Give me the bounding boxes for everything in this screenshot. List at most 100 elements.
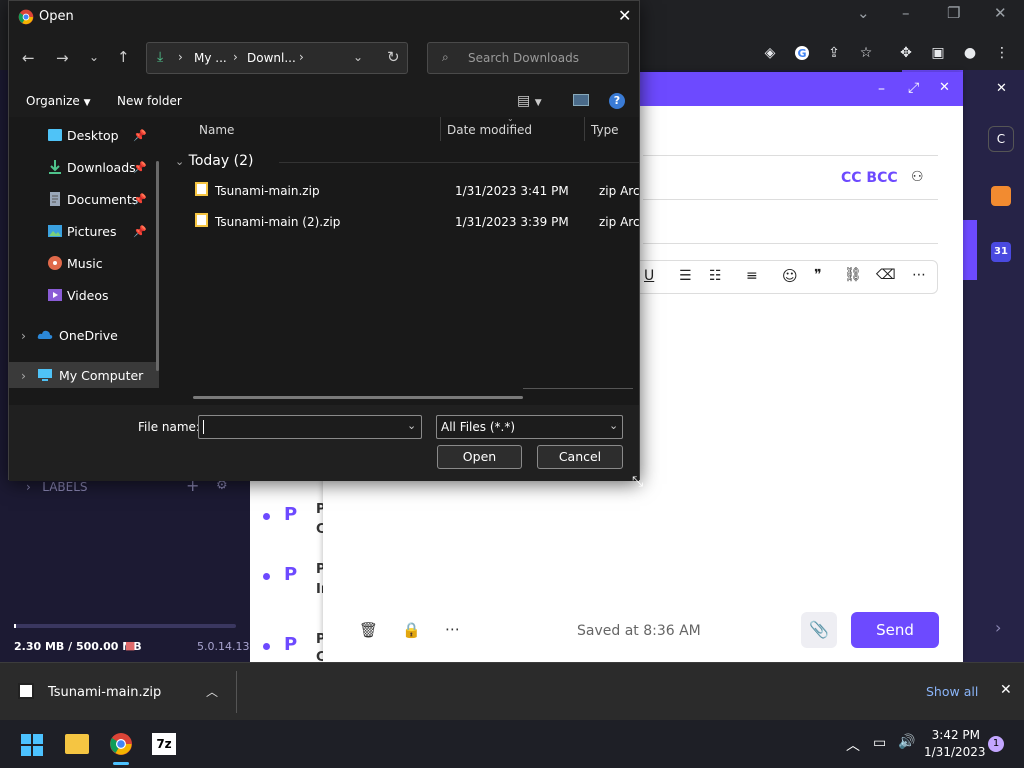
profile-icon[interactable]: ● bbox=[959, 42, 981, 64]
google-icon[interactable]: G bbox=[791, 42, 813, 64]
add-contact-icon[interactable]: ⚇ bbox=[911, 169, 924, 185]
delete-draft-icon[interactable]: 🗑 bbox=[359, 621, 378, 639]
attachment-icon[interactable]: 📎 bbox=[801, 612, 837, 648]
clock-time[interactable]: 3:42 PM bbox=[928, 728, 980, 742]
refresh-icon[interactable]: ↻ bbox=[387, 48, 400, 66]
nav-item-videos[interactable]: Videos bbox=[9, 282, 159, 308]
file-name-dropdown-icon[interactable]: ⌄ bbox=[407, 419, 416, 432]
horizontal-scrollbar[interactable] bbox=[193, 396, 523, 399]
dialog-close-icon[interactable]: ✕ bbox=[618, 6, 631, 25]
nav-item-pictures[interactable]: Pictures 📌 bbox=[9, 218, 159, 244]
menu-icon[interactable]: ⋮ bbox=[991, 42, 1013, 64]
pin-icon[interactable]: 📌 bbox=[133, 225, 147, 238]
file-type-select[interactable]: All Files (*.*) ⌄ bbox=[436, 415, 623, 439]
sender-avatar: P bbox=[284, 564, 298, 585]
share-icon[interactable]: ⇪ bbox=[823, 42, 845, 64]
expand-rail-icon[interactable]: › bbox=[995, 618, 1001, 637]
show-all-link[interactable]: Show all bbox=[926, 684, 978, 699]
music-icon bbox=[48, 256, 62, 270]
list-item[interactable]: P P C bbox=[250, 482, 326, 552]
search-box[interactable]: ⌕ Search Downloads bbox=[427, 42, 629, 74]
file-explorer-icon[interactable] bbox=[65, 734, 89, 754]
file-row[interactable]: Tsunami-main (2).zip 1/31/2023 3:39 PM z… bbox=[187, 208, 639, 236]
contacts-icon[interactable] bbox=[991, 186, 1011, 206]
link-icon[interactable]: ⛓ bbox=[844, 267, 862, 283]
storage-bar bbox=[14, 624, 236, 628]
download-item[interactable]: Tsunami-main.zip bbox=[48, 685, 161, 700]
network-icon[interactable]: ▭ bbox=[873, 735, 886, 751]
preview-pane-icon[interactable] bbox=[573, 94, 589, 106]
calendar-icon[interactable]: 31 bbox=[991, 242, 1011, 262]
breadcrumb[interactable]: ⤓ › My ... › Downl... › ⌄ ↻ bbox=[146, 42, 408, 74]
expand-chevron-icon[interactable]: › bbox=[21, 328, 26, 343]
forward-arrow-icon[interactable]: → bbox=[56, 49, 69, 67]
new-folder-button[interactable]: New folder bbox=[117, 94, 182, 108]
numbered-list-icon[interactable]: ☷ bbox=[709, 268, 722, 284]
breadcrumb-item[interactable]: Downl... bbox=[247, 51, 296, 65]
pin-icon[interactable]: 📌 bbox=[133, 193, 147, 206]
column-type[interactable]: Type bbox=[591, 123, 619, 137]
notification-badge[interactable]: 1 bbox=[988, 736, 1004, 752]
breadcrumb-item[interactable]: My ... bbox=[194, 51, 227, 65]
send-button[interactable]: Send bbox=[851, 612, 939, 648]
file-name-input[interactable]: ⌄ bbox=[198, 415, 422, 439]
nav-item-desktop[interactable]: Desktop 📌 bbox=[9, 122, 159, 148]
rail-close-icon[interactable]: ✕ bbox=[996, 81, 1007, 96]
account-avatar[interactable]: C bbox=[988, 126, 1014, 152]
nav-item-onedrive[interactable]: › OneDrive bbox=[9, 322, 159, 348]
cancel-button[interactable]: Cancel bbox=[537, 445, 623, 469]
bookmark-star-icon[interactable]: ☆ bbox=[855, 42, 877, 64]
close-download-bar-icon[interactable]: ✕ bbox=[1000, 682, 1012, 698]
7zip-taskbar-icon[interactable]: 7z bbox=[152, 733, 176, 755]
labels-heading[interactable]: › LABELS bbox=[26, 480, 88, 494]
windows-start-icon[interactable] bbox=[21, 734, 43, 756]
align-icon[interactable]: ≡ bbox=[746, 268, 758, 284]
download-chevron-icon[interactable]: ︿ bbox=[206, 683, 218, 700]
encrypt-lock-icon[interactable]: 🔒 bbox=[402, 621, 421, 639]
underline-icon[interactable]: U bbox=[644, 268, 654, 284]
quote-icon[interactable]: ❞ bbox=[814, 267, 822, 283]
pin-icon[interactable]: 📌 bbox=[133, 161, 147, 174]
column-name[interactable]: Name bbox=[199, 123, 234, 137]
more-format-icon[interactable]: ⋯ bbox=[912, 267, 926, 283]
view-options-icon[interactable]: ▤ ▼ bbox=[517, 93, 542, 109]
recent-locations-chevron-icon[interactable]: ⌄ bbox=[89, 50, 99, 64]
eraser-icon[interactable]: ⌫ bbox=[876, 267, 896, 283]
organize-menu[interactable]: Organize ▼ bbox=[26, 94, 91, 108]
extension-icon[interactable]: ◈ bbox=[759, 42, 781, 64]
cc-bcc-button[interactable]: CC BCC bbox=[841, 170, 898, 186]
pin-icon[interactable]: 📌 bbox=[133, 129, 147, 142]
tab-search-icon[interactable]: ⌄ bbox=[857, 4, 870, 22]
nav-item-my-computer[interactable]: › My Computer bbox=[9, 362, 159, 388]
browser-toolbar: ◈ G ⇪ ☆ ✥ ▣ ● ⋮ bbox=[640, 36, 1024, 70]
more-options-icon[interactable]: ⋯ bbox=[445, 620, 460, 638]
column-date-modified[interactable]: Date modified bbox=[447, 123, 532, 137]
composer-minimize-icon[interactable]: – bbox=[878, 81, 885, 97]
up-arrow-icon[interactable]: ↑ bbox=[117, 48, 130, 66]
nav-item-music[interactable]: Music bbox=[9, 250, 159, 276]
composer-close-icon[interactable]: ✕ bbox=[939, 80, 950, 95]
list-item[interactable]: P P In bbox=[250, 552, 330, 622]
composer-expand-icon[interactable]: ⤢ bbox=[908, 80, 919, 96]
group-header[interactable]: ⌄ Today (2) bbox=[175, 153, 639, 169]
nav-scrollbar[interactable] bbox=[156, 161, 159, 371]
expand-chevron-icon[interactable]: › bbox=[21, 368, 26, 383]
side-panel-icon[interactable]: ▣ bbox=[927, 42, 949, 64]
back-arrow-icon[interactable]: ← bbox=[22, 49, 35, 67]
emoji-icon[interactable]: ☺ bbox=[782, 267, 798, 285]
help-icon[interactable]: ? bbox=[609, 93, 625, 109]
address-dropdown-icon[interactable]: ⌄ bbox=[353, 50, 363, 64]
close-window-icon[interactable]: ✕ bbox=[994, 4, 1007, 22]
minimize-icon[interactable]: – bbox=[902, 4, 910, 22]
puzzle-icon[interactable]: ✥ bbox=[895, 42, 917, 64]
open-button[interactable]: Open bbox=[437, 445, 522, 469]
nav-item-downloads[interactable]: Downloads 📌 bbox=[9, 154, 159, 180]
clock-date[interactable]: 1/31/2023 bbox=[924, 745, 986, 759]
chrome-taskbar-icon[interactable] bbox=[109, 732, 133, 756]
tray-chevron-icon[interactable]: ︿ bbox=[846, 735, 860, 755]
restore-icon[interactable]: ❐ bbox=[947, 4, 960, 22]
file-row[interactable]: Tsunami-main.zip 1/31/2023 3:41 PM zip A… bbox=[187, 177, 639, 205]
volume-icon[interactable]: 🔊 bbox=[898, 734, 915, 750]
nav-item-documents[interactable]: Documents 📌 bbox=[9, 186, 159, 212]
bullet-list-icon[interactable]: ☰ bbox=[679, 268, 692, 284]
